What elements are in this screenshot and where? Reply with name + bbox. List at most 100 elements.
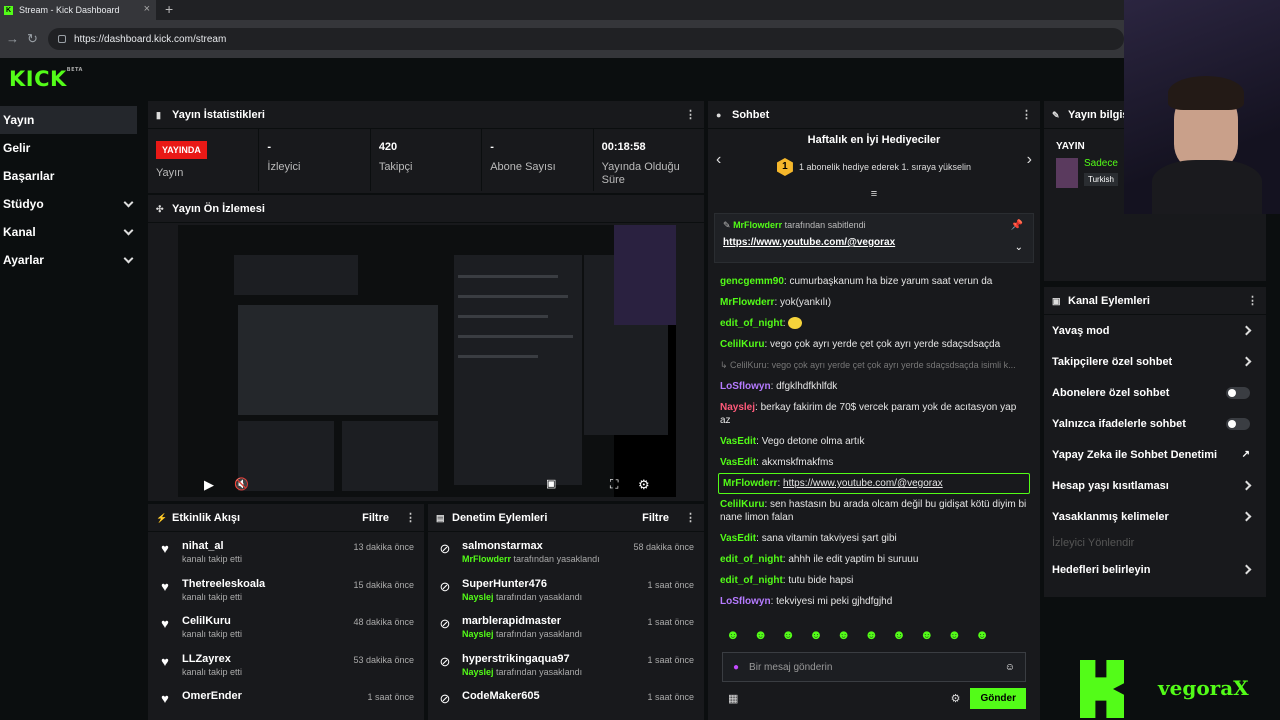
emote-icon[interactable]: ☻ [809, 627, 823, 642]
chat-user[interactable]: CelilKuru [720, 499, 764, 510]
emotes-only-toggle[interactable] [1226, 417, 1250, 430]
subscribers-only-toggle[interactable] [1226, 386, 1250, 399]
chat-user[interactable]: gencgemm90 [720, 276, 784, 287]
volume-muted-icon[interactable]: 🔇 [234, 477, 249, 491]
gift-icon[interactable]: ▦ [728, 692, 738, 705]
sidebar-item-label: Gelir [3, 141, 31, 155]
user-name[interactable]: CodeMaker605 [462, 690, 647, 702]
sidebar-item-kanal[interactable]: Kanal [0, 218, 140, 246]
set-goals-row[interactable]: Hedefleri belirleyin [1044, 554, 1266, 585]
emoji-picker-icon[interactable]: ☺ [1005, 662, 1015, 673]
more-options-icon[interactable]: ⋮ [685, 108, 696, 121]
emote-icon[interactable]: ☻ [864, 627, 878, 642]
emote-icon[interactable]: ☻ [837, 627, 851, 642]
user-name[interactable]: salmonstarmax [462, 540, 633, 552]
user-name[interactable]: OmerEnder [182, 690, 367, 702]
chat-user[interactable]: edit_of_night [720, 318, 783, 329]
chat-user[interactable]: edit_of_night [720, 554, 783, 565]
moderator-name[interactable]: MrFlowderr [462, 554, 511, 564]
send-button[interactable]: Gönder [970, 688, 1026, 709]
emote-icon[interactable]: ☻ [948, 627, 962, 642]
forward-icon[interactable]: → [6, 31, 19, 46]
emote-icon[interactable]: ☻ [975, 627, 989, 642]
filter-button[interactable]: Filtre [362, 512, 389, 524]
chat-message: edit_of_night: tutu bide hapsi [720, 575, 854, 586]
logo-sup: BETA [66, 67, 83, 73]
chat-user[interactable]: edit_of_night [720, 575, 783, 586]
browser-tab[interactable]: K Stream - Kick Dashboard × [0, 0, 156, 20]
sidebar-item-yayin[interactable]: Yayın [0, 106, 137, 134]
reload-icon[interactable]: ↻ [27, 31, 38, 47]
slow-mode-row[interactable]: Yavaş mod [1044, 315, 1266, 346]
sidebar-item-basarilar[interactable]: Başarılar [0, 162, 140, 190]
close-tab-icon[interactable]: × [144, 3, 150, 15]
chevron-right-icon[interactable]: › [1027, 151, 1032, 169]
emote-icon[interactable]: ☻ [726, 627, 740, 642]
sidebar-item-label: Stüdyo [3, 197, 44, 211]
stat-uptime: 00:18:58 Yayında Olduğu Süre [594, 129, 704, 191]
new-tab-icon[interactable]: + [165, 1, 173, 17]
sidebar-item-gelir[interactable]: Gelir [0, 134, 140, 162]
timestamp: 48 dakika önce [353, 617, 414, 627]
emote-icon[interactable]: ☻ [892, 627, 906, 642]
chat-user[interactable]: MrFlowderr [720, 297, 774, 308]
moderator-name[interactable]: Nayslej [462, 667, 494, 677]
pip-icon[interactable]: ▣ [546, 477, 556, 490]
chevron-down-icon[interactable]: ⌄ [1015, 242, 1023, 253]
list-item: ⊘ CodeMaker605 1 saat önce [428, 682, 704, 720]
more-options-icon[interactable]: ⋮ [1247, 294, 1258, 307]
user-name[interactable]: CelilKuru [182, 615, 353, 627]
more-options-icon[interactable]: ⋮ [405, 511, 416, 524]
stream-video-player[interactable]: ▶ 🔇 ▣ ⛶ ⚙ [178, 225, 676, 497]
banned-words-row[interactable]: Yasaklanmış kelimeler [1044, 501, 1266, 532]
emote-icon[interactable]: ☻ [781, 627, 795, 642]
chat-user[interactable]: VasEdit [720, 436, 756, 447]
followers-only-row[interactable]: Takipçilere özel sohbet [1044, 346, 1266, 377]
chat-input[interactable]: ● Bir mesaj gönderin ☺ [722, 652, 1026, 682]
collapse-icon[interactable]: ≡ [708, 188, 1040, 200]
panel-header: ● Sohbet ⋮ [708, 101, 1040, 129]
chat-user[interactable]: MrFlowderr [723, 478, 777, 489]
chat-user[interactable]: LoSflowyn [720, 381, 771, 392]
filter-button[interactable]: Filtre [642, 512, 669, 524]
user-name[interactable]: LLZayrex [182, 653, 353, 665]
user-name[interactable]: Thetreeleskoala [182, 578, 353, 590]
activity-text: kanalı takip etti [182, 629, 243, 639]
chat-link[interactable]: https://www.youtube.com/@vegorax [783, 478, 943, 489]
more-options-icon[interactable]: ⋮ [685, 511, 696, 524]
account-age-row[interactable]: Hesap yaşı kısıtlaması [1044, 470, 1266, 501]
chat-user[interactable]: CelilKuru [720, 339, 764, 350]
chat-settings-icon[interactable]: ⚙ [951, 692, 961, 705]
moderator-name[interactable]: Nayslej [462, 629, 494, 639]
sidebar-item-ayarlar[interactable]: Ayarlar [0, 246, 140, 274]
user-name[interactable]: SuperHunter476 [462, 578, 647, 590]
user-name[interactable]: nihat_al [182, 540, 353, 552]
url-field[interactable]: https://dashboard.kick.com/stream [48, 28, 1124, 50]
chat-user[interactable]: VasEdit [720, 457, 756, 468]
chevron-left-icon[interactable]: ‹ [716, 151, 721, 169]
user-name[interactable]: marblerapidmaster [462, 615, 647, 627]
unpin-icon[interactable]: 📌 [1011, 220, 1023, 231]
pinned-by[interactable]: MrFlowderr [733, 220, 782, 230]
kick-logo[interactable]: KICKBETA [9, 67, 83, 91]
rank-badge: 1 [776, 158, 793, 176]
chat-user[interactable]: VasEdit [720, 533, 756, 544]
fullscreen-icon[interactable]: ⛶ [610, 477, 618, 492]
chat-user[interactable]: LoSflowyn [720, 596, 771, 607]
sidebar-item-studyo[interactable]: Stüdyo [0, 190, 140, 218]
preview-mini-video [238, 305, 438, 415]
chat-user[interactable]: Nayslej [720, 402, 755, 413]
more-options-icon[interactable]: ⋮ [1021, 108, 1032, 121]
pinned-link[interactable]: https://www.youtube.com/@vegorax [723, 237, 1025, 248]
site-info-icon[interactable] [58, 35, 66, 43]
stat-followers: 420 Takipçi [371, 129, 483, 191]
emote-icon[interactable]: ☻ [920, 627, 934, 642]
mic-icon[interactable]: ● [733, 662, 739, 673]
emote-icon[interactable]: ☻ [754, 627, 768, 642]
ai-moderation-row[interactable]: Yapay Zeka ile Sohbet Denetimi ↗ [1044, 439, 1266, 470]
stat-label: Takipçi [378, 161, 413, 173]
user-name[interactable]: hyperstrikingaqua97 [462, 653, 647, 665]
settings-gear-icon[interactable]: ⚙ [638, 477, 650, 493]
moderator-name[interactable]: Nayslej [462, 592, 494, 602]
play-icon[interactable]: ▶ [204, 477, 214, 493]
